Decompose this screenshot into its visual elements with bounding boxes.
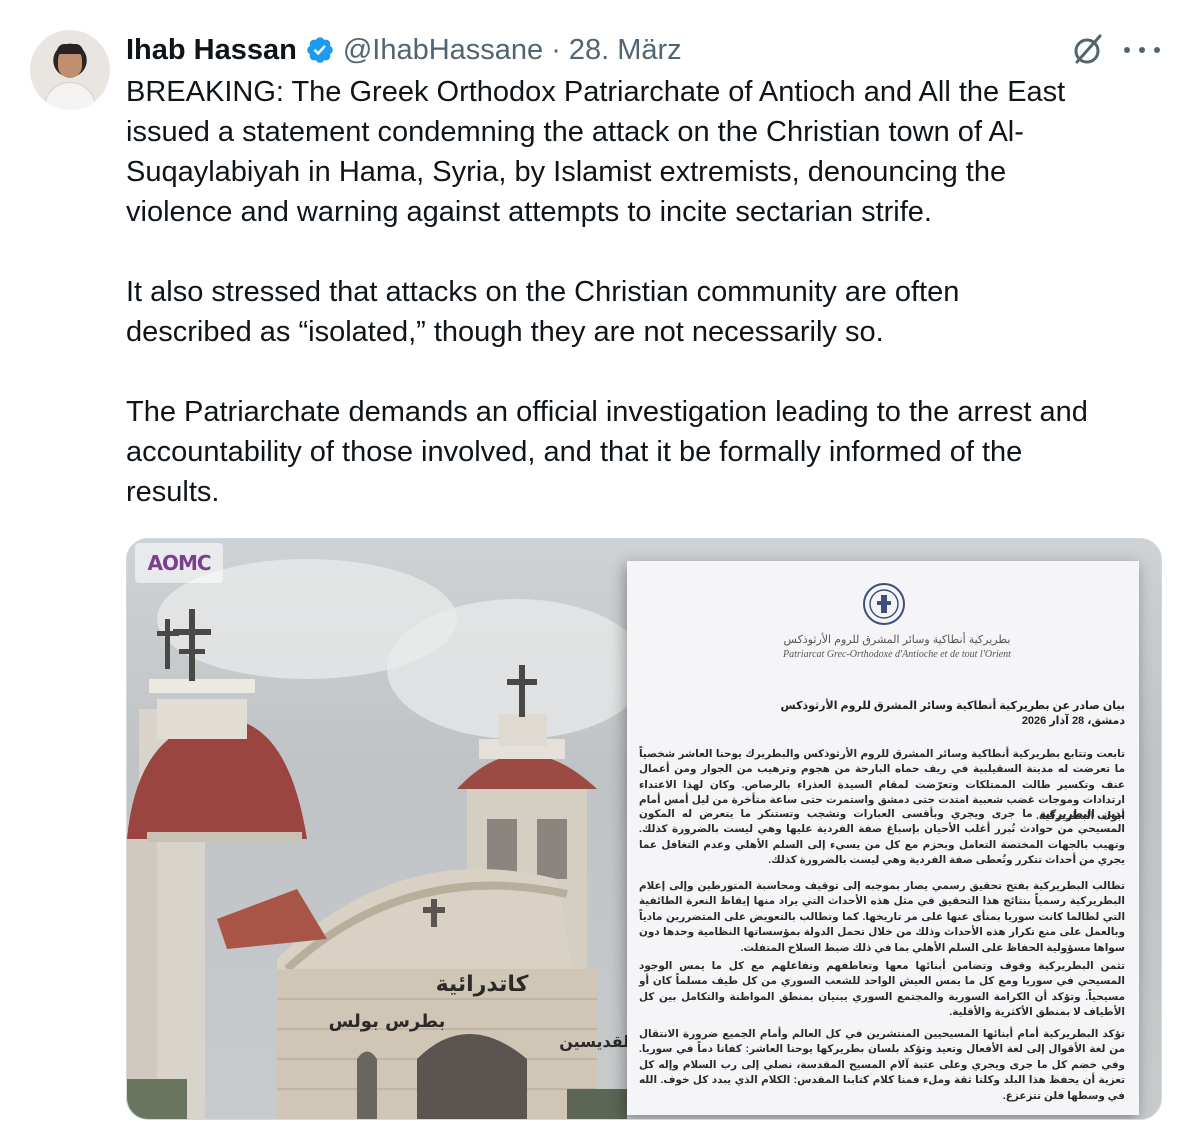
tweet-paragraph: BREAKING: The Greek Orthodox Patriarchat… [126, 76, 1066, 228]
grok-icon[interactable] [1068, 30, 1108, 70]
author-handle[interactable]: @IhabHassane [343, 34, 543, 67]
tweet-header: Ihab Hassan @IhabHassane · 28. März [126, 30, 682, 70]
tweet-date[interactable]: 28. März [569, 34, 682, 67]
aomc-logo: AOMC [135, 543, 223, 583]
document-title-line: بيان صادر عن بطريركية أنطاكية وسائر المش… [780, 700, 1125, 712]
document-title: بيان صادر عن بطريركية أنطاكية وسائر المش… [655, 699, 1125, 729]
church-sign: بطرس بولس [329, 1011, 446, 1032]
church-photo: كاتدرائية بطرس بولس القديسين [127, 609, 635, 1119]
document-paragraph: تدين البطريركية ما جرى ويجري وبأقسى العب… [639, 809, 1125, 867]
document-header-french: Patriarcat Grec-Orthodoxe d'Antioche et … [783, 649, 1011, 660]
avatar-shirt [44, 82, 96, 110]
verified-badge-icon [305, 35, 335, 65]
author-name[interactable]: Ihab Hassan [126, 34, 297, 67]
separator-dot: · [551, 33, 561, 66]
document-header-arabic: بطريركية أنطاكية وسائر المشرق للروم الأر… [783, 634, 1011, 646]
tweet-paragraph: The Patriarchate demands an official inv… [126, 396, 1088, 508]
tweet-media-image[interactable]: كاتدرائية بطرس بولس القديسين AOMC بطريرك… [126, 538, 1162, 1120]
document-paragraph: تؤكد البطريركية أمام أبنائها المسيحيين ا… [639, 1029, 1125, 1102]
more-dot [1154, 47, 1160, 53]
statement-document: بطريركية أنطاكية وسائر المشرق للروم الأر… [627, 561, 1139, 1115]
tweet-text: BREAKING: The Greek Orthodox Patriarchat… [126, 72, 1166, 512]
document-paragraph: تطالب البطريركية بفتح تحقيق رسمي يصار بم… [639, 881, 1125, 954]
avatar-hair [57, 44, 83, 54]
document-paragraph: تثمن البطريركية وقوف وتضامن أبنائها معها… [639, 961, 1125, 1019]
tweet: Ihab Hassan @IhabHassane · 28. März BREA… [0, 0, 1186, 1144]
document-date: دمشق، 28 آذار 2026 [1021, 715, 1125, 727]
avatar[interactable] [30, 30, 110, 110]
patriarchate-seal-icon [863, 583, 905, 625]
tweet-paragraph: It also stressed that attacks on the Chr… [126, 276, 960, 348]
more-dot [1124, 47, 1130, 53]
more-dot [1139, 47, 1145, 53]
church-sign: كاتدرائية [436, 972, 529, 997]
more-icon[interactable] [1124, 40, 1160, 60]
church-sign: القديسين [559, 1032, 634, 1051]
